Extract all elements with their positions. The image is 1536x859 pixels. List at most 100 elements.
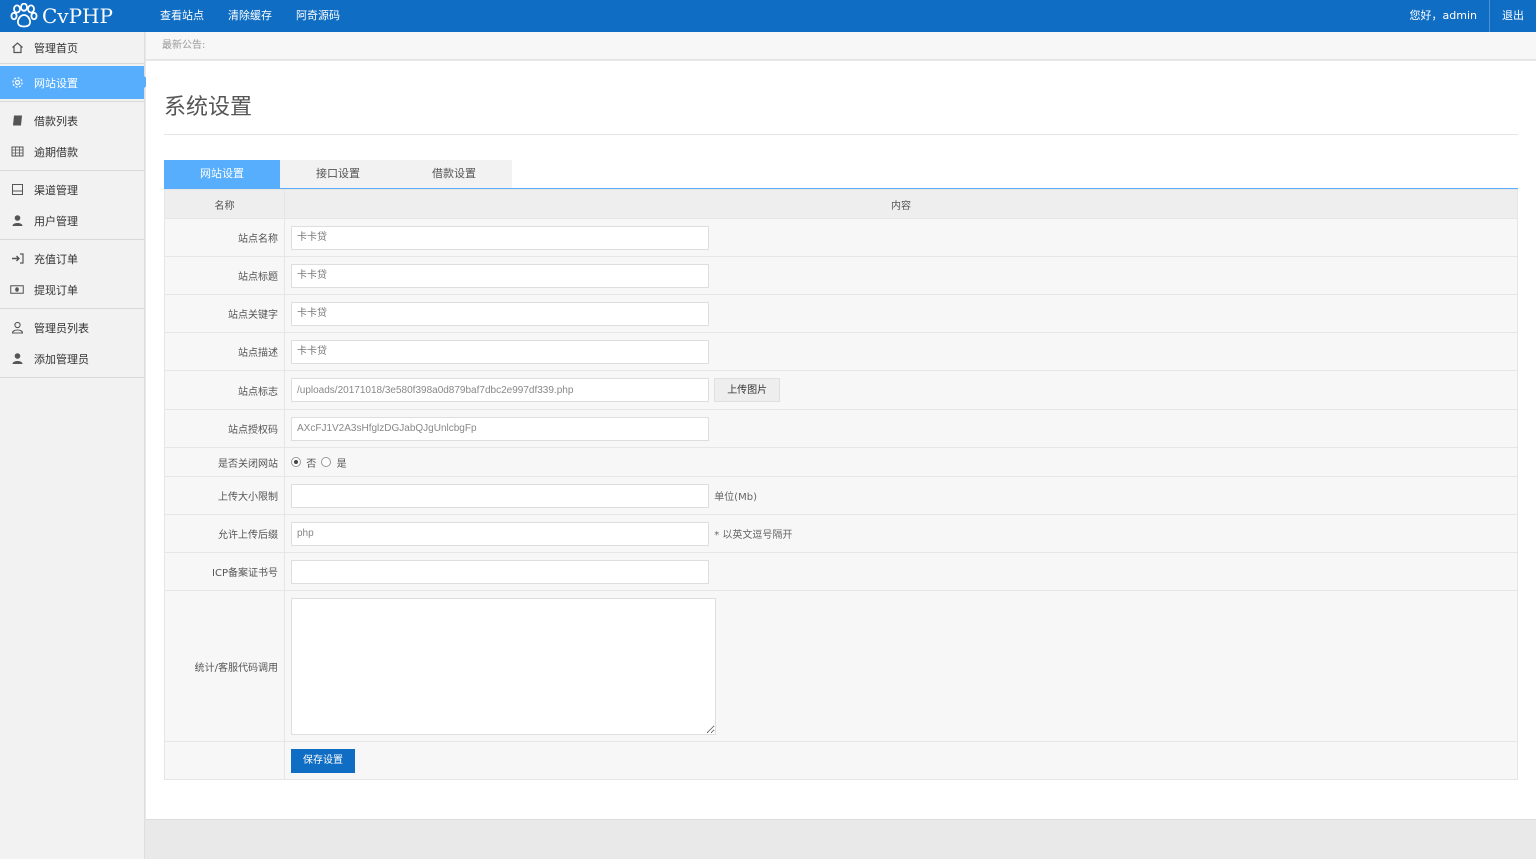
upload-image-button[interactable]: 上传图片 [714, 378, 781, 402]
table-icon [10, 145, 24, 159]
nav-aqi-source[interactable]: 阿奇源码 [284, 0, 352, 32]
sidebar-group-admins: 管理员列表 添加管理员 [0, 309, 144, 378]
announcement-bar: 最新公告: [146, 32, 1536, 60]
sidebar-item-label: 网站设置 [34, 76, 78, 90]
top-bar: CvPHP 查看站点 清除缓存 阿奇源码 您好，admin 退出 [0, 0, 1536, 32]
table-row: 站点标题 [164, 256, 1518, 295]
sidebar-item-withdraw-orders[interactable]: 提现订单 [0, 274, 144, 305]
field-label: 站点授权码 [164, 409, 285, 448]
logo-text: CvPHP [42, 4, 113, 28]
close-site-no-radio[interactable] [291, 457, 301, 467]
field-label: 站点标志 [164, 370, 285, 410]
site-description-input[interactable] [291, 339, 709, 364]
sidebar-item-label: 渠道管理 [34, 183, 78, 197]
logout-link[interactable]: 退出 [1489, 0, 1536, 32]
sidebar-item-recharge-orders[interactable]: 充值订单 [0, 243, 144, 274]
field-label: 统计/客服代码调用 [164, 590, 285, 742]
table-row: 站点标志 上传图片 [164, 370, 1518, 410]
site-keywords-input[interactable] [291, 301, 709, 326]
logo[interactable]: CvPHP [10, 2, 113, 30]
table-row: 是否关闭网站 否 是 [164, 447, 1518, 477]
page-title: 系统设置 [164, 95, 253, 120]
table-row: 统计/客服代码调用 [164, 590, 1518, 742]
radio-label-yes: 是 [336, 458, 347, 470]
sidebar-item-label: 逾期借款 [34, 145, 78, 159]
tab-loan-settings[interactable]: 借款设置 [396, 160, 512, 188]
site-title-input[interactable] [291, 263, 709, 288]
icp-number-input[interactable] [291, 559, 709, 584]
save-settings-button[interactable]: 保存设置 [291, 748, 355, 773]
field-label: 站点描述 [164, 332, 285, 371]
main-content: 系统设置 网站设置 接口设置 借款设置 名称 内容 站点名称 站点标题 站点关键… [146, 61, 1536, 820]
field-label: 站点标题 [164, 256, 285, 295]
sidebar-item-label: 管理员列表 [34, 321, 89, 335]
sidebar-item-label: 管理首页 [34, 41, 78, 55]
home-icon [10, 41, 24, 55]
paw-logo-icon [10, 3, 38, 28]
site-name-input[interactable] [291, 225, 709, 250]
nav-clear-cache[interactable]: 清除缓存 [216, 0, 284, 32]
table-row: ICP备案证书号 [164, 552, 1518, 591]
field-label: ICP备案证书号 [164, 552, 285, 591]
sidebar-item-label: 添加管理员 [34, 352, 89, 366]
upload-size-unit-hint: 单位(Mb) [714, 492, 757, 503]
field-label: 站点关键字 [164, 294, 285, 333]
radio-label-no: 否 [306, 458, 317, 470]
stat-code-textarea[interactable] [291, 597, 716, 735]
top-right: 您好，admin 退出 [1410, 0, 1536, 32]
table-row: 上传大小限制 单位(Mb) [164, 476, 1518, 515]
sidebar-item-home[interactable]: 管理首页 [0, 32, 144, 63]
gear-icon [10, 76, 24, 90]
sidebar-group-users: 渠道管理 用户管理 [0, 171, 144, 240]
sidebar-item-label: 充值订单 [34, 252, 78, 266]
sidebar-item-loan-list[interactable]: 借款列表 [0, 105, 144, 136]
sidebar-item-admin-list[interactable]: 管理员列表 [0, 312, 144, 343]
sidebar-group-settings: 网站设置 [0, 64, 151, 102]
sidebar-item-site-settings[interactable]: 网站设置 [0, 66, 151, 99]
table-row: 站点名称 [164, 218, 1518, 257]
table-row: 站点描述 [164, 332, 1518, 371]
sidebar-group-loans: 借款列表 逾期借款 [0, 102, 144, 171]
tab-api-settings[interactable]: 接口设置 [280, 160, 396, 188]
sidebar-group-home: 管理首页 [0, 32, 144, 64]
auth-code-input[interactable] [291, 416, 709, 441]
nav-view-site[interactable]: 查看站点 [148, 0, 216, 32]
upload-extensions-input[interactable] [291, 521, 709, 546]
table-row: 站点授权码 [164, 409, 1518, 448]
field-label: 是否关闭网站 [164, 447, 285, 477]
sidebar-item-overdue-loans[interactable]: 逾期借款 [0, 136, 144, 167]
upload-size-limit-input[interactable] [291, 483, 709, 508]
settings-form-table: 名称 内容 站点名称 站点标题 站点关键字 站点描述 站点标志 上传图片 站点 [164, 189, 1518, 780]
field-label: 上传大小限制 [164, 476, 285, 515]
money-icon [10, 283, 24, 297]
field-label: 允许上传后缀 [164, 514, 285, 553]
empty-label-cell [164, 741, 285, 780]
sidebar-group-orders: 充值订单 提现订单 [0, 240, 144, 309]
book-icon [10, 114, 24, 128]
upload-extensions-hint: * 以英文逗号隔开 [714, 530, 793, 541]
user-outline-icon [10, 321, 24, 335]
sidebar-item-user-management[interactable]: 用户管理 [0, 205, 144, 236]
sign-in-icon [10, 252, 24, 266]
user-greeting: 您好，admin [1409, 9, 1477, 22]
sidebar-item-channel-management[interactable]: 渠道管理 [0, 174, 144, 205]
settings-tabs: 网站设置 接口设置 借款设置 [164, 160, 512, 188]
sidebar-item-add-admin[interactable]: 添加管理员 [0, 343, 144, 374]
sidebar: 管理首页 网站设置 借款列表 逾期借款 渠道管理 用户管理 充值订单 提现订单 … [0, 32, 151, 859]
site-logo-input[interactable] [291, 378, 709, 402]
user-icon [10, 352, 24, 366]
sidebar-item-label: 用户管理 [34, 214, 78, 228]
user-icon [10, 214, 24, 228]
column-header-name: 名称 [164, 189, 285, 219]
field-label: 站点名称 [164, 218, 285, 257]
title-divider [164, 134, 1518, 135]
top-nav: 查看站点 清除缓存 阿奇源码 [148, 0, 352, 32]
column-header-content: 内容 [284, 189, 1518, 219]
tab-site-settings[interactable]: 网站设置 [164, 160, 280, 188]
window-icon [10, 183, 24, 197]
sidebar-item-label: 借款列表 [34, 114, 78, 128]
table-row: 保存设置 [164, 741, 1518, 780]
table-row: 允许上传后缀 * 以英文逗号隔开 [164, 514, 1518, 553]
close-site-yes-radio[interactable] [321, 457, 332, 467]
table-row: 站点关键字 [164, 294, 1518, 333]
